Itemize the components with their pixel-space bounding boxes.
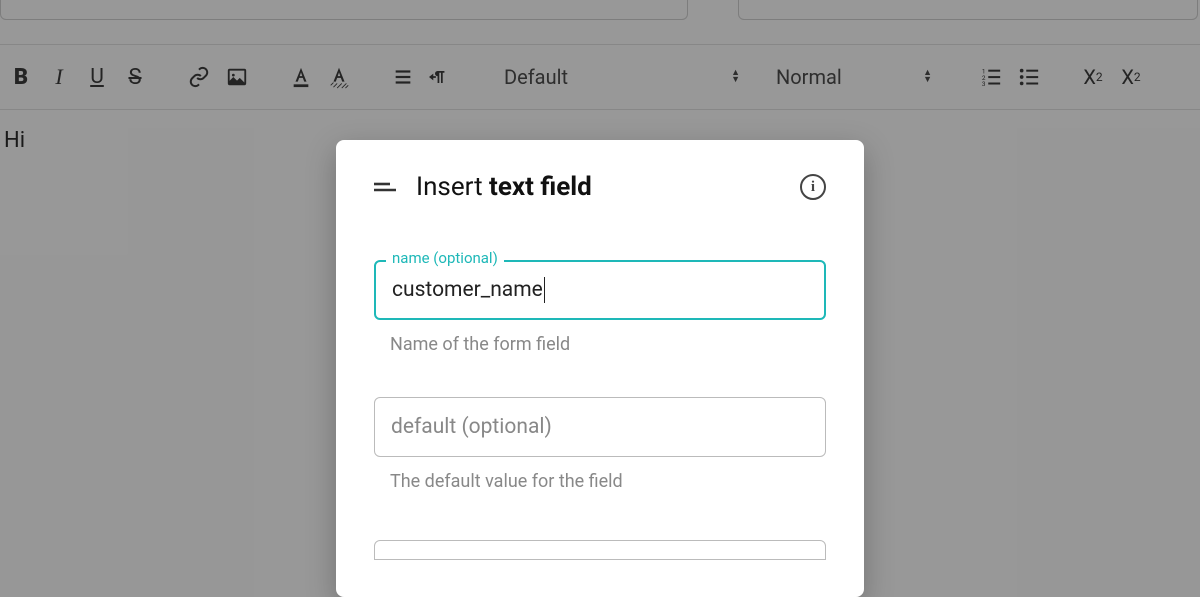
name-field-label: name (optional) <box>386 249 504 267</box>
name-field-help: Name of the form field <box>390 334 826 355</box>
name-field-wrap: name (optional) customer_name <box>374 260 826 320</box>
dialog-title: Insert text field <box>416 172 780 202</box>
name-field-group: name (optional) customer_name Name of th… <box>374 260 826 355</box>
third-input-partial[interactable] <box>374 540 826 560</box>
default-field-help: The default value for the field <box>390 471 826 492</box>
name-input[interactable]: customer_name <box>374 260 826 320</box>
default-field-wrap: default (optional) <box>374 397 826 457</box>
name-input-value: customer_name <box>392 278 543 302</box>
default-input-placeholder: default (optional) <box>391 415 552 439</box>
info-icon[interactable]: i <box>800 174 826 200</box>
dialog-header: Insert text field i <box>374 172 826 202</box>
insert-text-field-dialog: Insert text field i name (optional) cust… <box>336 140 864 597</box>
default-field-group: default (optional) The default value for… <box>374 397 826 492</box>
text-caret <box>544 277 545 303</box>
drag-handle-icon[interactable] <box>374 175 396 199</box>
default-input[interactable]: default (optional) <box>374 397 826 457</box>
